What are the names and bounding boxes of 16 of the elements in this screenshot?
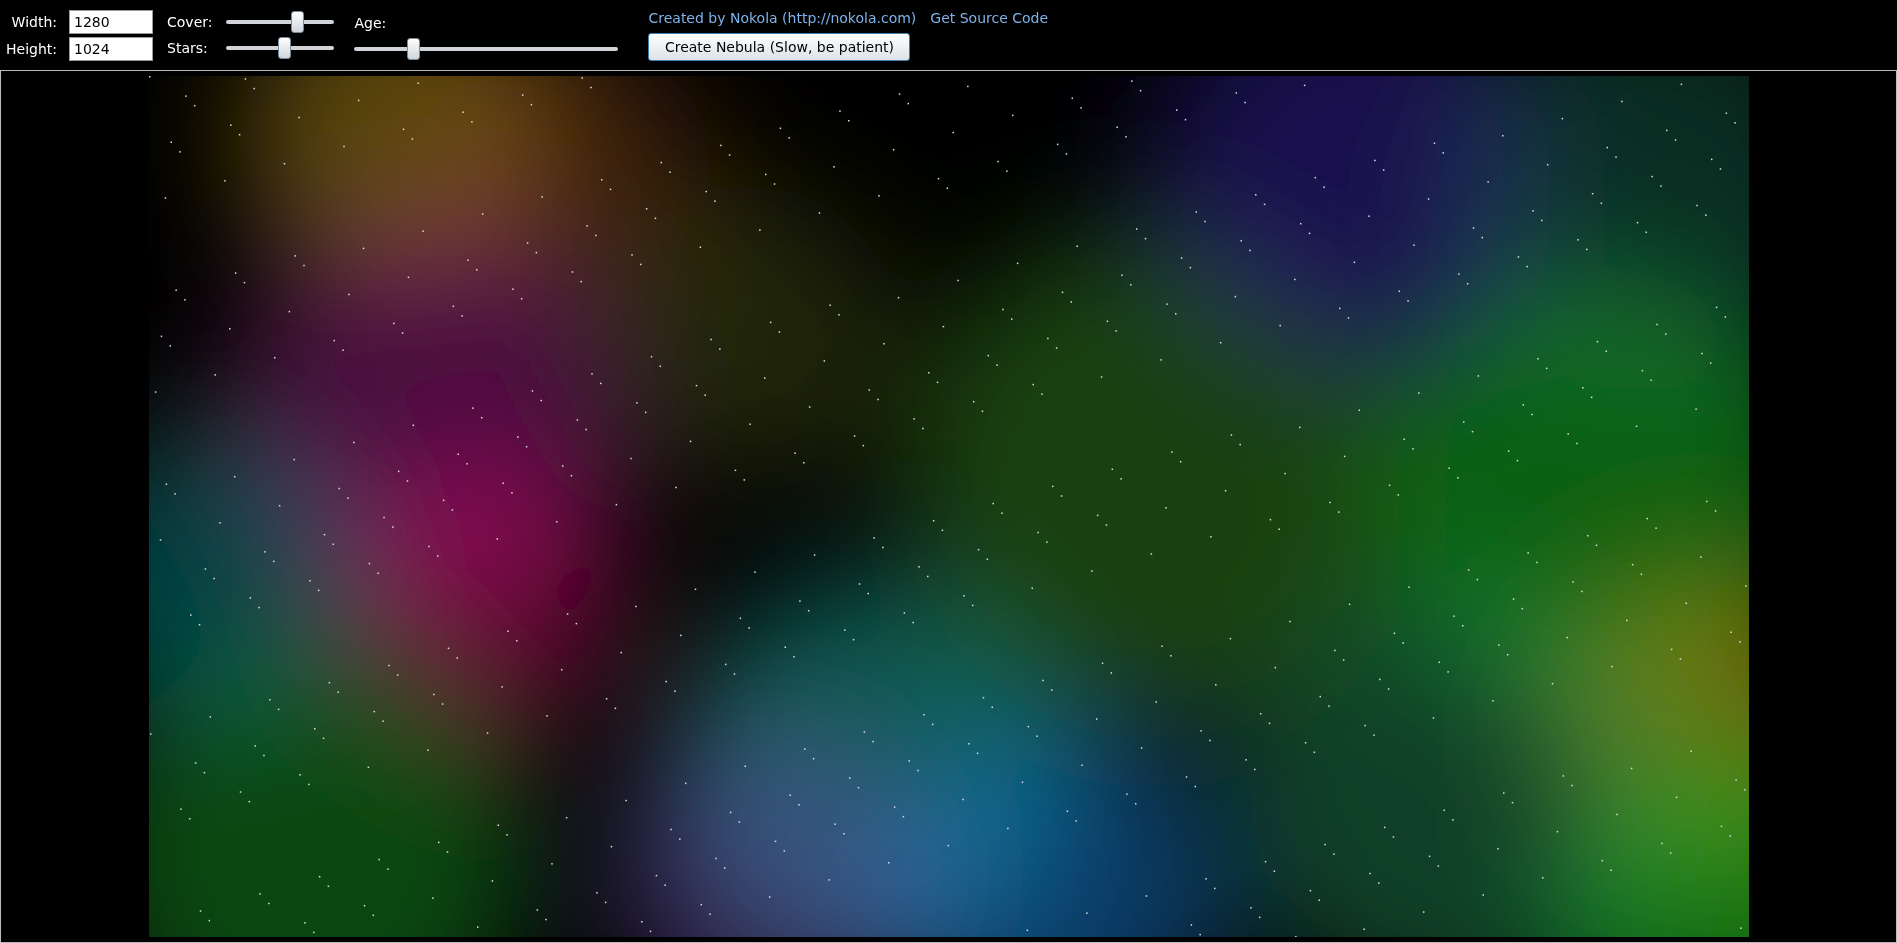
slider[interactable] <box>226 37 335 59</box>
slider-thumb[interactable] <box>290 11 304 33</box>
slider-label: Age: <box>354 14 388 33</box>
link[interactable]: Get Source Code <box>930 8 1049 29</box>
slider-thumb[interactable] <box>277 37 291 59</box>
field-label: Width: <box>10 12 57 32</box>
slider[interactable] <box>354 38 619 60</box>
slider-label: Cover: <box>167 12 213 32</box>
input-field[interactable]: 1280 <box>69 10 153 34</box>
input-field[interactable]: 1024 <box>69 37 153 61</box>
slider[interactable] <box>226 11 335 33</box>
slider-label: Stars: <box>167 38 209 58</box>
create-nebula-button[interactable]: Create Nebula (Slow, be patient) <box>648 33 911 61</box>
field-label: Height: <box>6 39 57 59</box>
slider-thumb[interactable] <box>406 38 420 60</box>
link[interactable]: Created by Nokola (http://nokola.com) <box>648 8 917 29</box>
